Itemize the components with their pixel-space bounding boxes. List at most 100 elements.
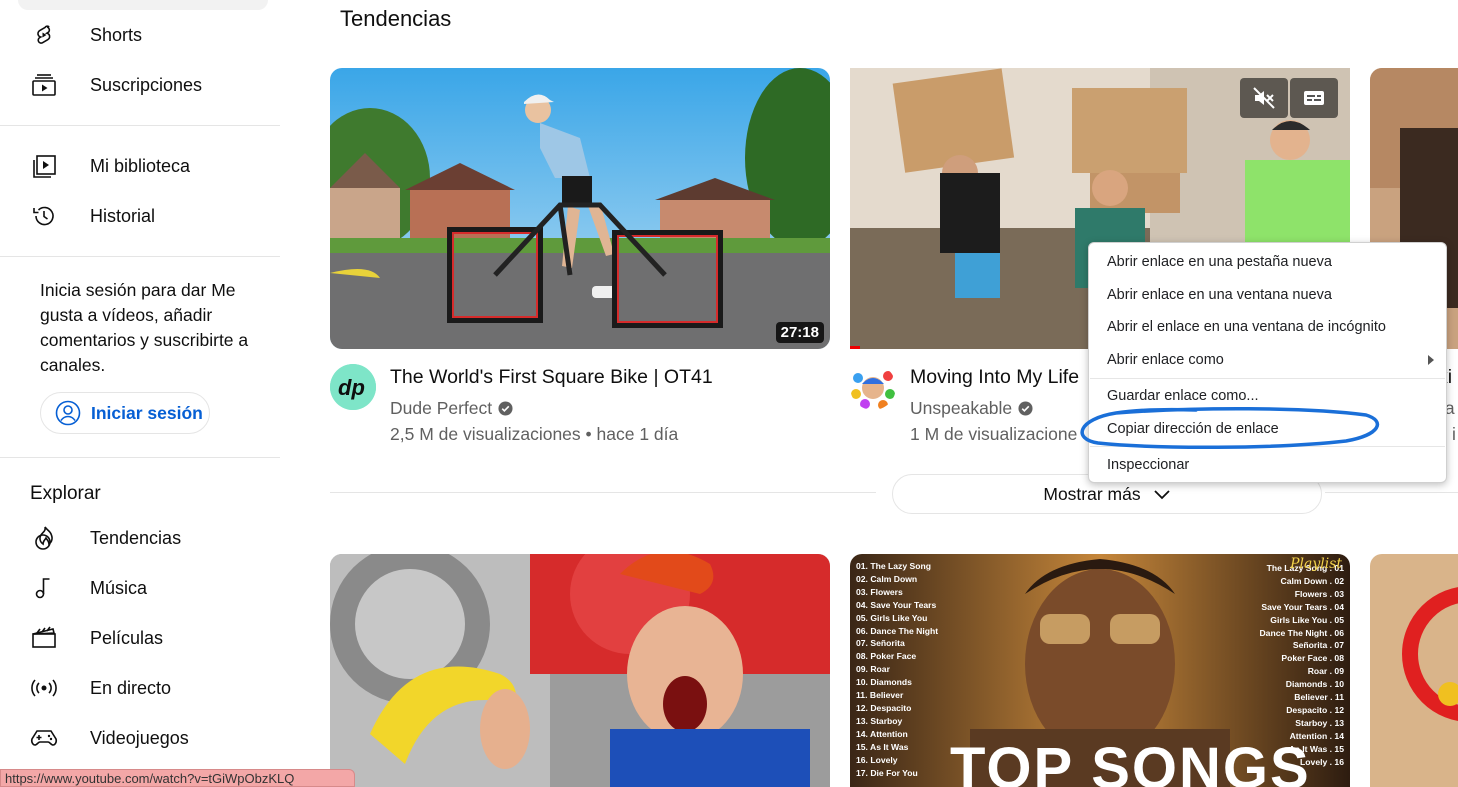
playlist-thumbnail[interactable]: 01. The Lazy Song 02. Calm Down 03. Flower… — [850, 554, 1350, 787]
trending-icon — [30, 526, 58, 550]
playlist-track: 03. Flowers — [856, 586, 903, 597]
sidebar-item-label: Mi biblioteca — [90, 155, 191, 176]
sidebar: Shorts Suscripciones Mi biblioteca Histo… — [0, 0, 280, 787]
sidebar-item-label: Películas — [90, 627, 164, 648]
account-icon — [55, 400, 81, 426]
dude-perfect-logo: dp — [330, 364, 376, 410]
video-thumbnail[interactable] — [1370, 554, 1458, 787]
show-more-label: Mostrar más — [1043, 483, 1141, 504]
sidebar-divider — [0, 125, 280, 126]
menu-item-open-new-tab[interactable]: Abrir enlace en una pestaña nueva — [1089, 247, 1446, 277]
sidebar-item-label: Suscripciones — [90, 74, 203, 95]
subtitles-icon — [1304, 91, 1324, 105]
channel-name: Unspeakable — [910, 398, 1013, 418]
playlist-track: Despacito . 12 — [1286, 704, 1344, 715]
sidebar-item-subscriptions[interactable]: Suscripciones — [0, 65, 280, 105]
sidebar-item-music[interactable]: Música — [0, 568, 280, 608]
playlist-badge: Playlist — [1290, 556, 1342, 572]
playlist-track: 10. Diamonds — [856, 677, 912, 688]
video-thumbnail[interactable] — [330, 554, 830, 787]
menu-item-open-incognito[interactable]: Abrir el enlace en una ventana de incógn… — [1089, 312, 1446, 342]
history-icon — [30, 204, 58, 228]
video-thumbnail[interactable]: 27:18 — [330, 68, 830, 349]
library-icon — [30, 154, 58, 178]
thumbnail-image — [330, 68, 830, 349]
video-title[interactable]: Moving Into My Life — [910, 366, 1079, 389]
menu-item-inspect[interactable]: Inspeccionar — [1089, 450, 1446, 480]
sidebar-item-history[interactable]: Historial — [0, 196, 280, 236]
sidebar-item-label: Música — [90, 577, 148, 598]
annotation-circle — [1080, 406, 1380, 450]
video-meta-partial: i — [1452, 424, 1456, 444]
playlist-track: Flowers . 03 — [1294, 588, 1344, 599]
unspeakable-avatar — [850, 364, 896, 410]
video-title[interactable]: The World's First Square Bike | OT41 — [390, 366, 713, 389]
playlist-track: Believer . 11 — [1294, 692, 1344, 703]
menu-item-open-new-window[interactable]: Abrir enlace en una ventana nueva — [1089, 280, 1446, 310]
sidebar-item-label: Videojuegos — [90, 727, 189, 748]
channel-avatar[interactable] — [850, 364, 896, 410]
sidebar-item-label: Historial — [90, 205, 156, 226]
thumbnail-image — [330, 554, 830, 787]
playlist-track: Starboy . 13 — [1295, 717, 1344, 728]
playlist-track: 07. Señorita — [856, 638, 905, 649]
playlist-track: Señorita . 07 — [1292, 640, 1344, 651]
video-meta: 1 M de visualizacione — [910, 424, 1078, 444]
video-meta: 2,5 M de visualizaciones • hace 1 día — [390, 424, 679, 444]
video-channel[interactable]: Dude Perfect — [390, 398, 513, 419]
playlist-track: 06. Dance The Night — [856, 625, 939, 636]
sidebar-item-live[interactable]: En directo — [0, 668, 280, 708]
signin-button-label: Iniciar sesión — [91, 402, 203, 423]
verified-check-icon — [1018, 401, 1033, 416]
divider-line — [330, 492, 876, 493]
mute-button[interactable] — [1240, 78, 1288, 118]
live-icon — [30, 676, 58, 700]
playlist-track: Dance The Night . 06 — [1259, 627, 1344, 638]
sidebar-item-label: Shorts — [90, 24, 143, 45]
playlist-track: 02. Calm Down — [856, 573, 918, 584]
playlist-track: 05. Girls Like You — [856, 612, 928, 623]
divider-line — [1325, 492, 1458, 493]
sidebar-item-shorts[interactable]: Shorts — [0, 15, 280, 55]
menu-item-label: Abrir enlace como — [1107, 352, 1224, 368]
playlist-track: 08. Poker Face — [856, 651, 917, 662]
playlist-title-overlay: TOP SONGS — [950, 736, 1311, 787]
playlist-track: 01. The Lazy Song — [856, 561, 931, 571]
sidebar-item-movies[interactable]: Películas — [0, 618, 280, 658]
movies-icon — [30, 626, 58, 650]
channel-avatar[interactable]: dp — [330, 364, 376, 410]
sidebar-item-library[interactable]: Mi biblioteca — [0, 146, 280, 186]
sidebar-item-gaming[interactable]: Videojuegos — [0, 718, 280, 758]
playlist-track: 13. Starboy — [856, 715, 903, 726]
menu-divider — [1090, 378, 1445, 379]
gaming-icon — [30, 726, 58, 750]
playlist-track: Diamonds . 10 — [1285, 679, 1344, 690]
playlist-track: Girls Like You . 05 — [1270, 614, 1344, 625]
sidebar-divider — [0, 457, 280, 458]
video-channel[interactable]: Unspeakable — [910, 398, 1033, 419]
playlist-track: 12. Despacito — [856, 702, 912, 713]
signin-prompt-text: Inicia sesión para dar Me gusta a vídeos… — [40, 280, 249, 375]
playlist-track: Poker Face . 08 — [1281, 653, 1344, 664]
playlist-track: 09. Roar — [856, 664, 890, 675]
menu-item-open-link-as[interactable]: Abrir enlace como — [1089, 345, 1446, 375]
svg-text:dp: dp — [338, 375, 365, 400]
playlist-track: Calm Down . 02 — [1280, 575, 1344, 586]
channel-name: Dude Perfect — [390, 398, 493, 418]
muted-speaker-icon — [1253, 87, 1275, 109]
playlist-track: 11. Believer — [856, 690, 904, 701]
playlist-track: Save Your Tears . 04 — [1261, 601, 1344, 612]
playlist-track: Roar . 09 — [1307, 666, 1344, 677]
sidebar-home-item-highlight[interactable] — [18, 0, 268, 10]
video-duration: 27:18 — [775, 322, 824, 343]
submenu-arrow-icon — [1428, 355, 1434, 365]
sidebar-item-trending[interactable]: Tendencias — [0, 518, 280, 558]
status-bar-url: https://www.youtube.com/watch?v=tGiWpObz… — [0, 769, 355, 787]
sidebar-item-label: En directo — [90, 677, 172, 698]
subscriptions-icon — [30, 73, 58, 97]
chevron-down-icon — [1153, 490, 1170, 500]
shorts-icon — [30, 23, 58, 47]
section-title: Tendencias — [340, 6, 452, 31]
subtitles-button[interactable] — [1290, 78, 1338, 118]
signin-button[interactable]: Iniciar sesión — [40, 392, 210, 434]
